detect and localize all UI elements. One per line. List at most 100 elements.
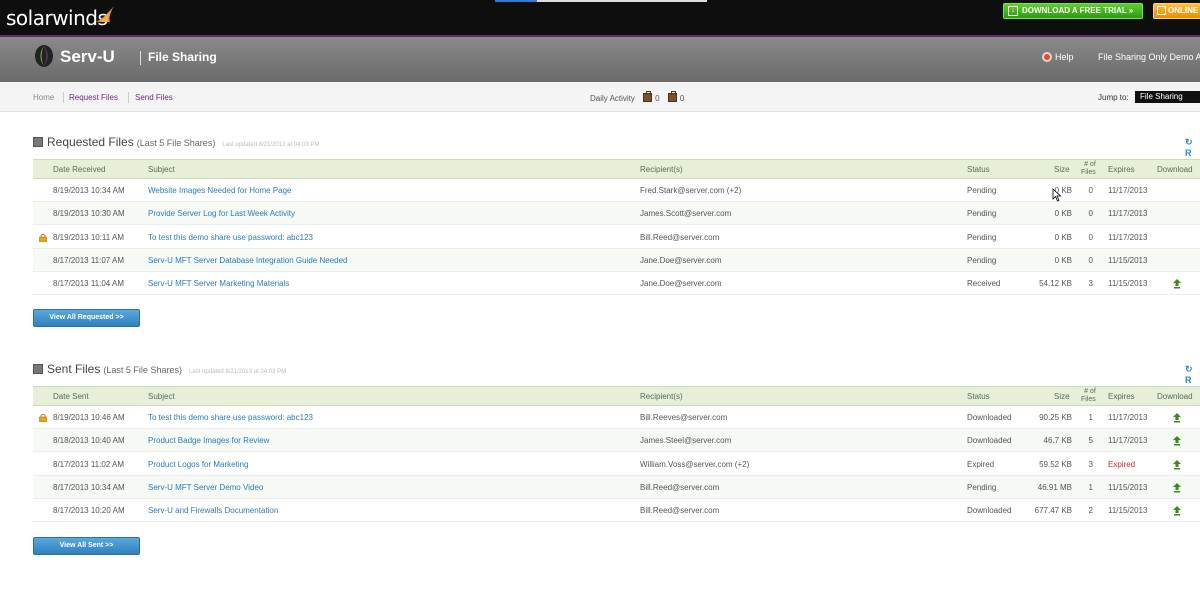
- nav-home[interactable]: Home: [33, 93, 54, 102]
- file-count-cell: 0: [1088, 186, 1093, 195]
- help-link[interactable]: Help: [1042, 52, 1074, 62]
- date-cell: 8/17/2013 11:07 AM: [53, 255, 125, 265]
- mouse-cursor-icon: [1052, 188, 1062, 202]
- status-cell: Downloaded: [967, 413, 1012, 422]
- online-demo-button[interactable]: ONLINE: [1153, 3, 1200, 19]
- download-icon[interactable]: [1173, 506, 1181, 516]
- status-cell: Pending: [967, 255, 997, 265]
- expires-cell: 11/15/2013: [1108, 506, 1148, 516]
- solarwinds-logo[interactable]: solarwinds: [6, 6, 108, 30]
- col-expires[interactable]: Expires: [1108, 165, 1135, 174]
- product-name: Serv-U: [60, 47, 115, 66]
- refresh-icon: ↻: [1185, 137, 1193, 147]
- table-header: Date Received Subject Recipient(s) Statu…: [33, 159, 1200, 179]
- download-icon[interactable]: [1173, 436, 1181, 446]
- subject-link[interactable]: Serv-U and Firewalls Documentation: [148, 506, 278, 515]
- col-num-files[interactable]: # of Files: [1081, 161, 1096, 177]
- view-all-sent-button[interactable]: View All Sent >>: [33, 537, 140, 555]
- nav-separator: [63, 92, 64, 103]
- col-recipients[interactable]: Recipient(s): [640, 392, 683, 401]
- subject-link[interactable]: Provide Server Log for Last Week Activit…: [148, 209, 295, 218]
- file-count-cell: 0: [1088, 209, 1093, 219]
- box-icon: [33, 364, 43, 374]
- refresh-icon: ↻: [1185, 364, 1193, 374]
- download-icon[interactable]: [1173, 279, 1181, 289]
- expires-cell: Expired: [1108, 459, 1136, 469]
- download-icon[interactable]: [1173, 482, 1181, 493]
- col-date-sent[interactable]: Date Sent: [53, 392, 89, 401]
- expires-cell: 11/17/2013: [1108, 436, 1148, 446]
- table-row[interactable]: 8/17/2013 11:04 AM Serv-U MFT Server Mark…: [33, 272, 1200, 296]
- col-download[interactable]: Download: [1157, 392, 1193, 401]
- top-strip: [495, 0, 707, 2]
- nav-separator: [128, 92, 129, 103]
- download-trial-button[interactable]: ↓ DOWNLOAD A FREE TRIAL »: [1003, 3, 1143, 19]
- table-row[interactable]: 8/19/2013 10:11 AM To test this demo shar…: [33, 226, 1200, 249]
- recipient-cell: James.Scott@server.com: [640, 209, 732, 219]
- subject-link[interactable]: Product Badge Images for Review: [148, 436, 269, 445]
- download-icon[interactable]: [1173, 459, 1181, 470]
- date-cell: 8/19/2013 10:30 AM: [53, 209, 125, 219]
- sent-refresh-button[interactable]: ↻ R: [1185, 364, 1200, 385]
- status-cell: Pending: [967, 209, 997, 219]
- requested-files-table: Date Received Subject Recipient(s) Statu…: [33, 159, 1200, 296]
- view-all-requested-button[interactable]: View All Requested >>: [33, 309, 140, 327]
- table-row[interactable]: 8/19/2013 10:34 AM Website Images Needed …: [33, 179, 1200, 202]
- size-cell: 54.12 KB: [1039, 279, 1072, 289]
- size-cell: 0 KB: [1054, 209, 1072, 219]
- subject-link[interactable]: To test this demo share use password: ab…: [148, 233, 313, 242]
- date-cell: 8/17/2013 10:34 AM: [53, 482, 125, 492]
- col-date-received[interactable]: Date Received: [53, 165, 105, 174]
- page-title: File Sharing: [148, 50, 217, 64]
- table-row[interactable]: 8/17/2013 11:02 AM Product Logos for Mark…: [33, 453, 1200, 476]
- size-cell: 90.25 KB: [1039, 413, 1072, 422]
- header-separator: [140, 51, 141, 65]
- status-cell: Pending: [967, 186, 997, 195]
- col-size[interactable]: Size: [1054, 392, 1070, 401]
- table-row[interactable]: 8/17/2013 10:34 AM Serv-U MFT Server Demo…: [33, 475, 1200, 499]
- status-cell: Downloaded: [967, 436, 1012, 446]
- jump-to-label: Jump to:: [1098, 93, 1129, 102]
- table-row[interactable]: 8/17/2013 10:20 AM Serv-U and Firewalls D…: [33, 499, 1200, 523]
- requested-refresh-button[interactable]: ↻ R: [1185, 137, 1200, 158]
- recipient-cell: Jane.Doe@server.com: [640, 279, 722, 289]
- subject-link[interactable]: Product Logos for Marketing: [148, 460, 249, 469]
- user-account[interactable]: File Sharing Only Demo A: [1098, 52, 1200, 62]
- download-icon[interactable]: [1173, 413, 1181, 423]
- subject-link[interactable]: To test this demo share use password: ab…: [148, 413, 313, 422]
- col-status[interactable]: Status: [967, 165, 990, 174]
- table-row[interactable]: 8/17/2013 11:07 AM Serv-U MFT Server Data…: [33, 248, 1200, 272]
- subject-link[interactable]: Serv-U MFT Server Marketing Materials: [148, 279, 289, 288]
- col-num-files[interactable]: # of Files: [1081, 388, 1096, 404]
- recipient-cell: Bill.Reed@server.com: [640, 506, 720, 516]
- size-cell: 0 KB: [1054, 232, 1072, 242]
- col-status[interactable]: Status: [967, 392, 990, 401]
- nav-request-files[interactable]: Request Files: [69, 93, 118, 102]
- col-recipients[interactable]: Recipient(s): [640, 165, 683, 174]
- date-cell: 8/19/2013 10:46 AM: [53, 413, 125, 422]
- date-cell: 8/18/2013 10:40 AM: [53, 436, 125, 446]
- jump-to-select[interactable]: File Sharing: [1135, 91, 1200, 103]
- subject-link[interactable]: Serv-U MFT Server Database Integration G…: [148, 256, 348, 265]
- date-cell: 8/17/2013 11:02 AM: [53, 459, 125, 469]
- col-expires[interactable]: Expires: [1108, 392, 1135, 401]
- table-row[interactable]: 8/19/2013 10:30 AM Provide Server Log for…: [33, 202, 1200, 226]
- size-cell: 0 KB: [1054, 186, 1072, 195]
- file-count-cell: 3: [1088, 459, 1093, 469]
- size-cell: 59.52 KB: [1039, 459, 1072, 469]
- expires-cell: 11/15/2013: [1108, 255, 1148, 265]
- file-count-cell: 1: [1088, 482, 1093, 492]
- table-row[interactable]: 8/18/2013 10:40 AM Product Badge Images f…: [33, 429, 1200, 453]
- subject-link[interactable]: Website Images Needed for Home Page: [148, 186, 291, 195]
- recipient-cell: Fred.Stark@server.com (+2): [640, 186, 742, 195]
- col-subject[interactable]: Subject: [148, 392, 175, 401]
- col-subject[interactable]: Subject: [148, 165, 175, 174]
- box-icon: [33, 137, 43, 147]
- col-size[interactable]: Size: [1054, 165, 1070, 174]
- table-row[interactable]: 8/19/2013 10:46 AM To test this demo shar…: [33, 406, 1200, 429]
- col-download[interactable]: Download: [1157, 165, 1193, 174]
- nav-send-files[interactable]: Send Files: [135, 93, 173, 102]
- expires-cell: 11/17/2013: [1108, 209, 1148, 219]
- subject-link[interactable]: Serv-U MFT Server Demo Video: [148, 483, 263, 492]
- size-cell: 0 KB: [1054, 255, 1072, 265]
